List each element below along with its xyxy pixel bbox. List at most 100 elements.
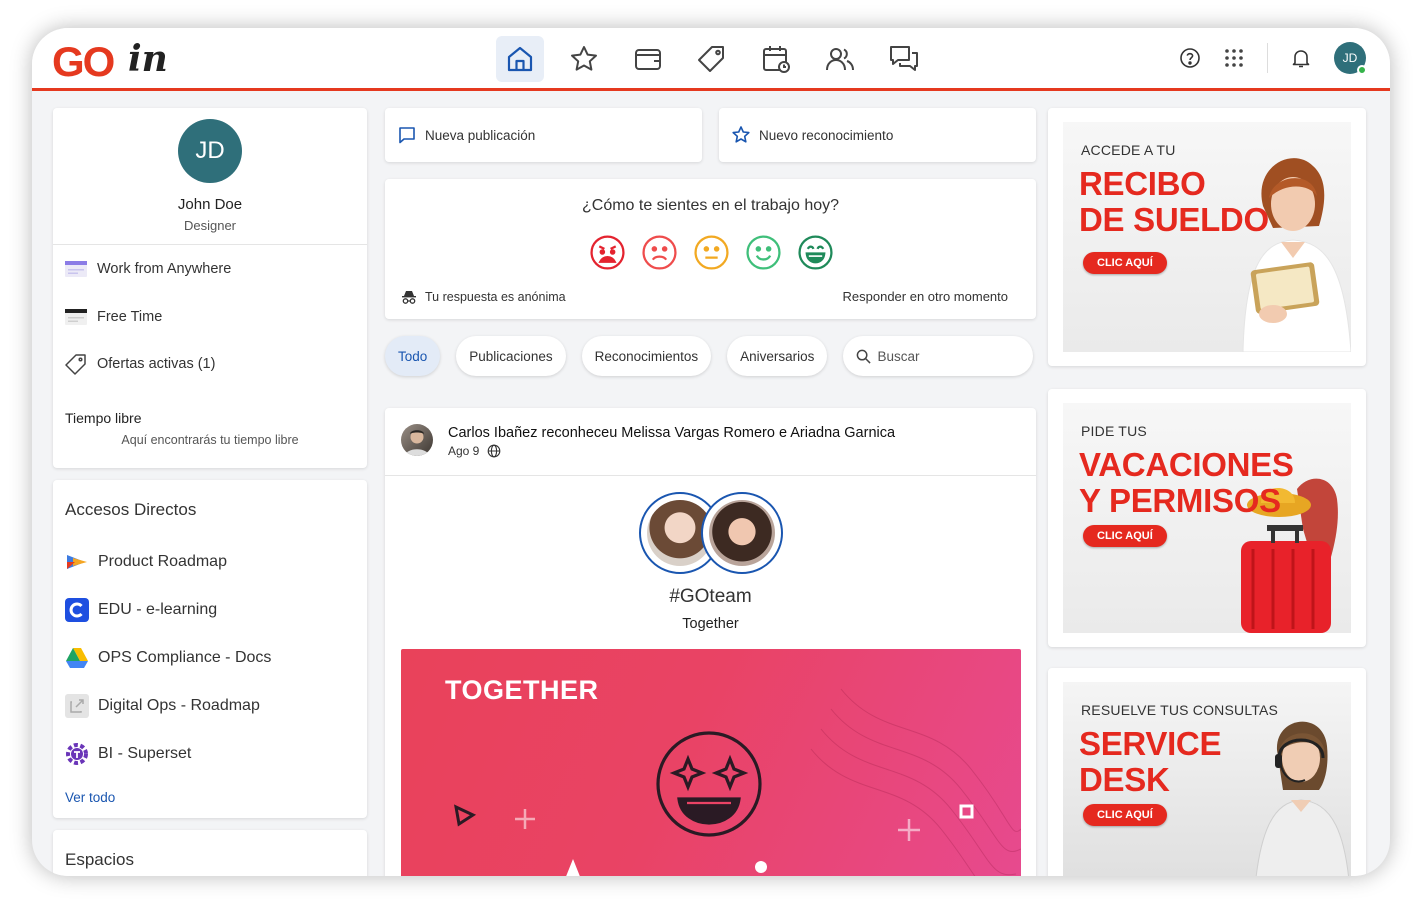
shortcut-label: OPS Compliance - Docs [98,649,272,666]
feed-search[interactable]: Buscar [843,336,1034,376]
smile-face-icon[interactable] [745,234,782,271]
chat-icon [890,46,918,71]
recognized-user-avatar[interactable] [701,492,783,574]
divider [1267,43,1268,73]
user-avatar[interactable]: JD [1334,42,1367,75]
new-recognition-label: Nuevo reconocimiento [759,127,894,143]
ad-banner: PIDE TUS VACACIONES Y PERMISOS CLIC AQUÍ [1063,403,1351,633]
ad-card-payslip[interactable]: ACCEDE A TU RECIBO DE SUELDO CLIC AQUÍ [1048,108,1366,366]
star-eyes-emoji [656,731,762,837]
feed-post: Carlos Ibañez reconheceu Melissa Vargas … [385,408,1036,876]
profile-item-active-offers[interactable]: Ofertas activas (1) [65,353,215,375]
shortcuts-card: Accesos Directos Product Roadmap EDU - e… [53,480,367,818]
nav-favorites[interactable] [560,36,608,82]
shortcut-label: EDU - e-learning [98,601,218,618]
ad-headline: VACACIONES Y PERMISOS [1079,447,1294,519]
nav-chat[interactable] [880,36,928,82]
recognized-users [639,492,785,576]
tag-icon [65,354,86,375]
shortcut-bi-superset[interactable]: BI - Superset [65,742,191,766]
profile-item-label: Work from Anywhere [97,261,232,277]
post-hashtag: #GOteam [669,586,752,607]
new-recognition-button[interactable]: Nuevo reconocimiento [719,108,1036,162]
ad-card-vacations[interactable]: PIDE TUS VACACIONES Y PERMISOS CLIC AQUÍ [1048,389,1366,647]
ad-headline-line: RECIBO [1079,165,1206,202]
filter-chip-all[interactable]: Todo [385,336,441,376]
banner-title: TOGETHER [445,675,599,705]
shortcut-label: Product Roadmap [98,553,227,570]
shortcut-digital-ops-roadmap[interactable]: Digital Ops - Roadmap [65,694,260,718]
elearning-icon [65,598,89,622]
mood-question: ¿Cómo te sientes en el trabajo hoy? [581,197,840,214]
free-time-subtitle: Aquí encontrarás tu tiempo libre [121,433,299,447]
help-icon[interactable] [1179,47,1201,69]
apps-grid-icon[interactable] [1223,47,1245,69]
profile-item-work-from-anywhere[interactable]: Work from Anywhere [65,258,231,280]
author-avatar[interactable] [401,424,433,456]
bell-icon[interactable] [1290,47,1312,69]
ad-cta-button[interactable]: CLIC AQUÍ [1083,804,1167,826]
svg-text:GO: GO [52,38,114,82]
shortcut-edu-elearning[interactable]: EDU - e-learning [65,598,217,622]
star-icon [571,46,597,71]
ad-cta-button[interactable]: CLIC AQUÍ [1083,525,1167,547]
shortcut-label: BI - Superset [98,745,192,762]
comment-icon [399,127,415,144]
post-banner-image: TOGETHER [401,649,1021,876]
filter-chip-anniversaries[interactable]: Aniversarios [727,336,828,376]
ad-kicker: ACCEDE A TU [1081,142,1176,158]
nav-offers[interactable] [688,36,736,82]
shortcut-ops-compliance[interactable]: OPS Compliance - Docs [65,646,271,670]
drive-icon [66,648,88,668]
incognito-icon [402,291,416,304]
ad-kicker: RESUELVE TUS CONSULTAS [1081,702,1279,718]
shortcut-product-roadmap[interactable]: Product Roadmap [65,550,227,574]
ad-banner: RESUELVE TUS CONSULTAS SERVICE DESK CLIC … [1063,682,1351,876]
ad-headline-line: SERVICE [1079,725,1222,762]
tag-icon [698,46,724,72]
home-icon [507,46,533,72]
top-bar: GO in JD [32,28,1390,91]
ad-kicker: PIDE TUS [1081,423,1147,439]
ad-banner: ACCEDE A TU RECIBO DE SUELDO CLIC AQUÍ [1063,122,1351,352]
ad-cta-button[interactable]: CLIC AQUÍ [1083,252,1167,274]
nav-calendar[interactable] [752,36,800,82]
shortcuts-title: Accesos Directos [65,500,197,519]
ad-card-service-desk[interactable]: RESUELVE TUS CONSULTAS SERVICE DESK CLIC … [1048,668,1366,876]
ad-headline-line: Y PERMISOS [1079,482,1281,519]
post-date: Ago 9 [448,444,480,458]
angry-face-icon[interactable] [589,234,626,271]
anonymous-text: Tu respuesta es anónima [425,290,566,304]
nav-people[interactable] [816,36,864,82]
filter-chip-recognitions[interactable]: Reconocimientos [581,336,712,376]
sad-face-icon[interactable] [641,234,678,271]
ad-headline: RECIBO DE SUELDO [1079,166,1269,238]
filter-chip-posts[interactable]: Publicaciones [456,336,566,376]
calendar-flag-icon [65,261,87,277]
profile-item-free-time[interactable]: Free Time [65,306,162,328]
divider [53,244,367,245]
support-agent-illustration [1255,721,1349,876]
neutral-face-icon[interactable] [693,234,730,271]
nav-home[interactable] [496,36,544,82]
post-subtitle: Together [682,616,739,632]
see-all-link[interactable]: Ver todo [65,790,115,805]
mood-card: ¿Cómo te sientes en el trabajo hoy? Tu r… [385,179,1036,319]
profile-avatar[interactable]: JD [178,119,242,183]
spaces-title: Espacios [65,850,134,869]
spaces-card: Espacios [53,830,367,876]
new-post-button[interactable]: Nueva publicación [385,108,702,162]
nav-wallet[interactable] [624,36,672,82]
wallet-icon [635,49,661,70]
happy-face-icon[interactable] [797,234,834,271]
goin-logo[interactable]: GO in [52,38,182,85]
post-title: Carlos Ibañez reconheceu Melissa Vargas … [448,425,896,441]
superset-icon [66,743,88,765]
main-nav [496,36,928,82]
answer-later-link[interactable]: Responder en otro momento [843,289,1008,304]
feed-filters: Todo Publicaciones Reconocimientos Anive… [385,336,1034,376]
free-time-title: Tiempo libre [65,410,142,426]
avatar-initials: JD [1342,51,1358,65]
ad-headline: SERVICE DESK [1079,726,1221,798]
profile-initials: JD [195,137,225,164]
